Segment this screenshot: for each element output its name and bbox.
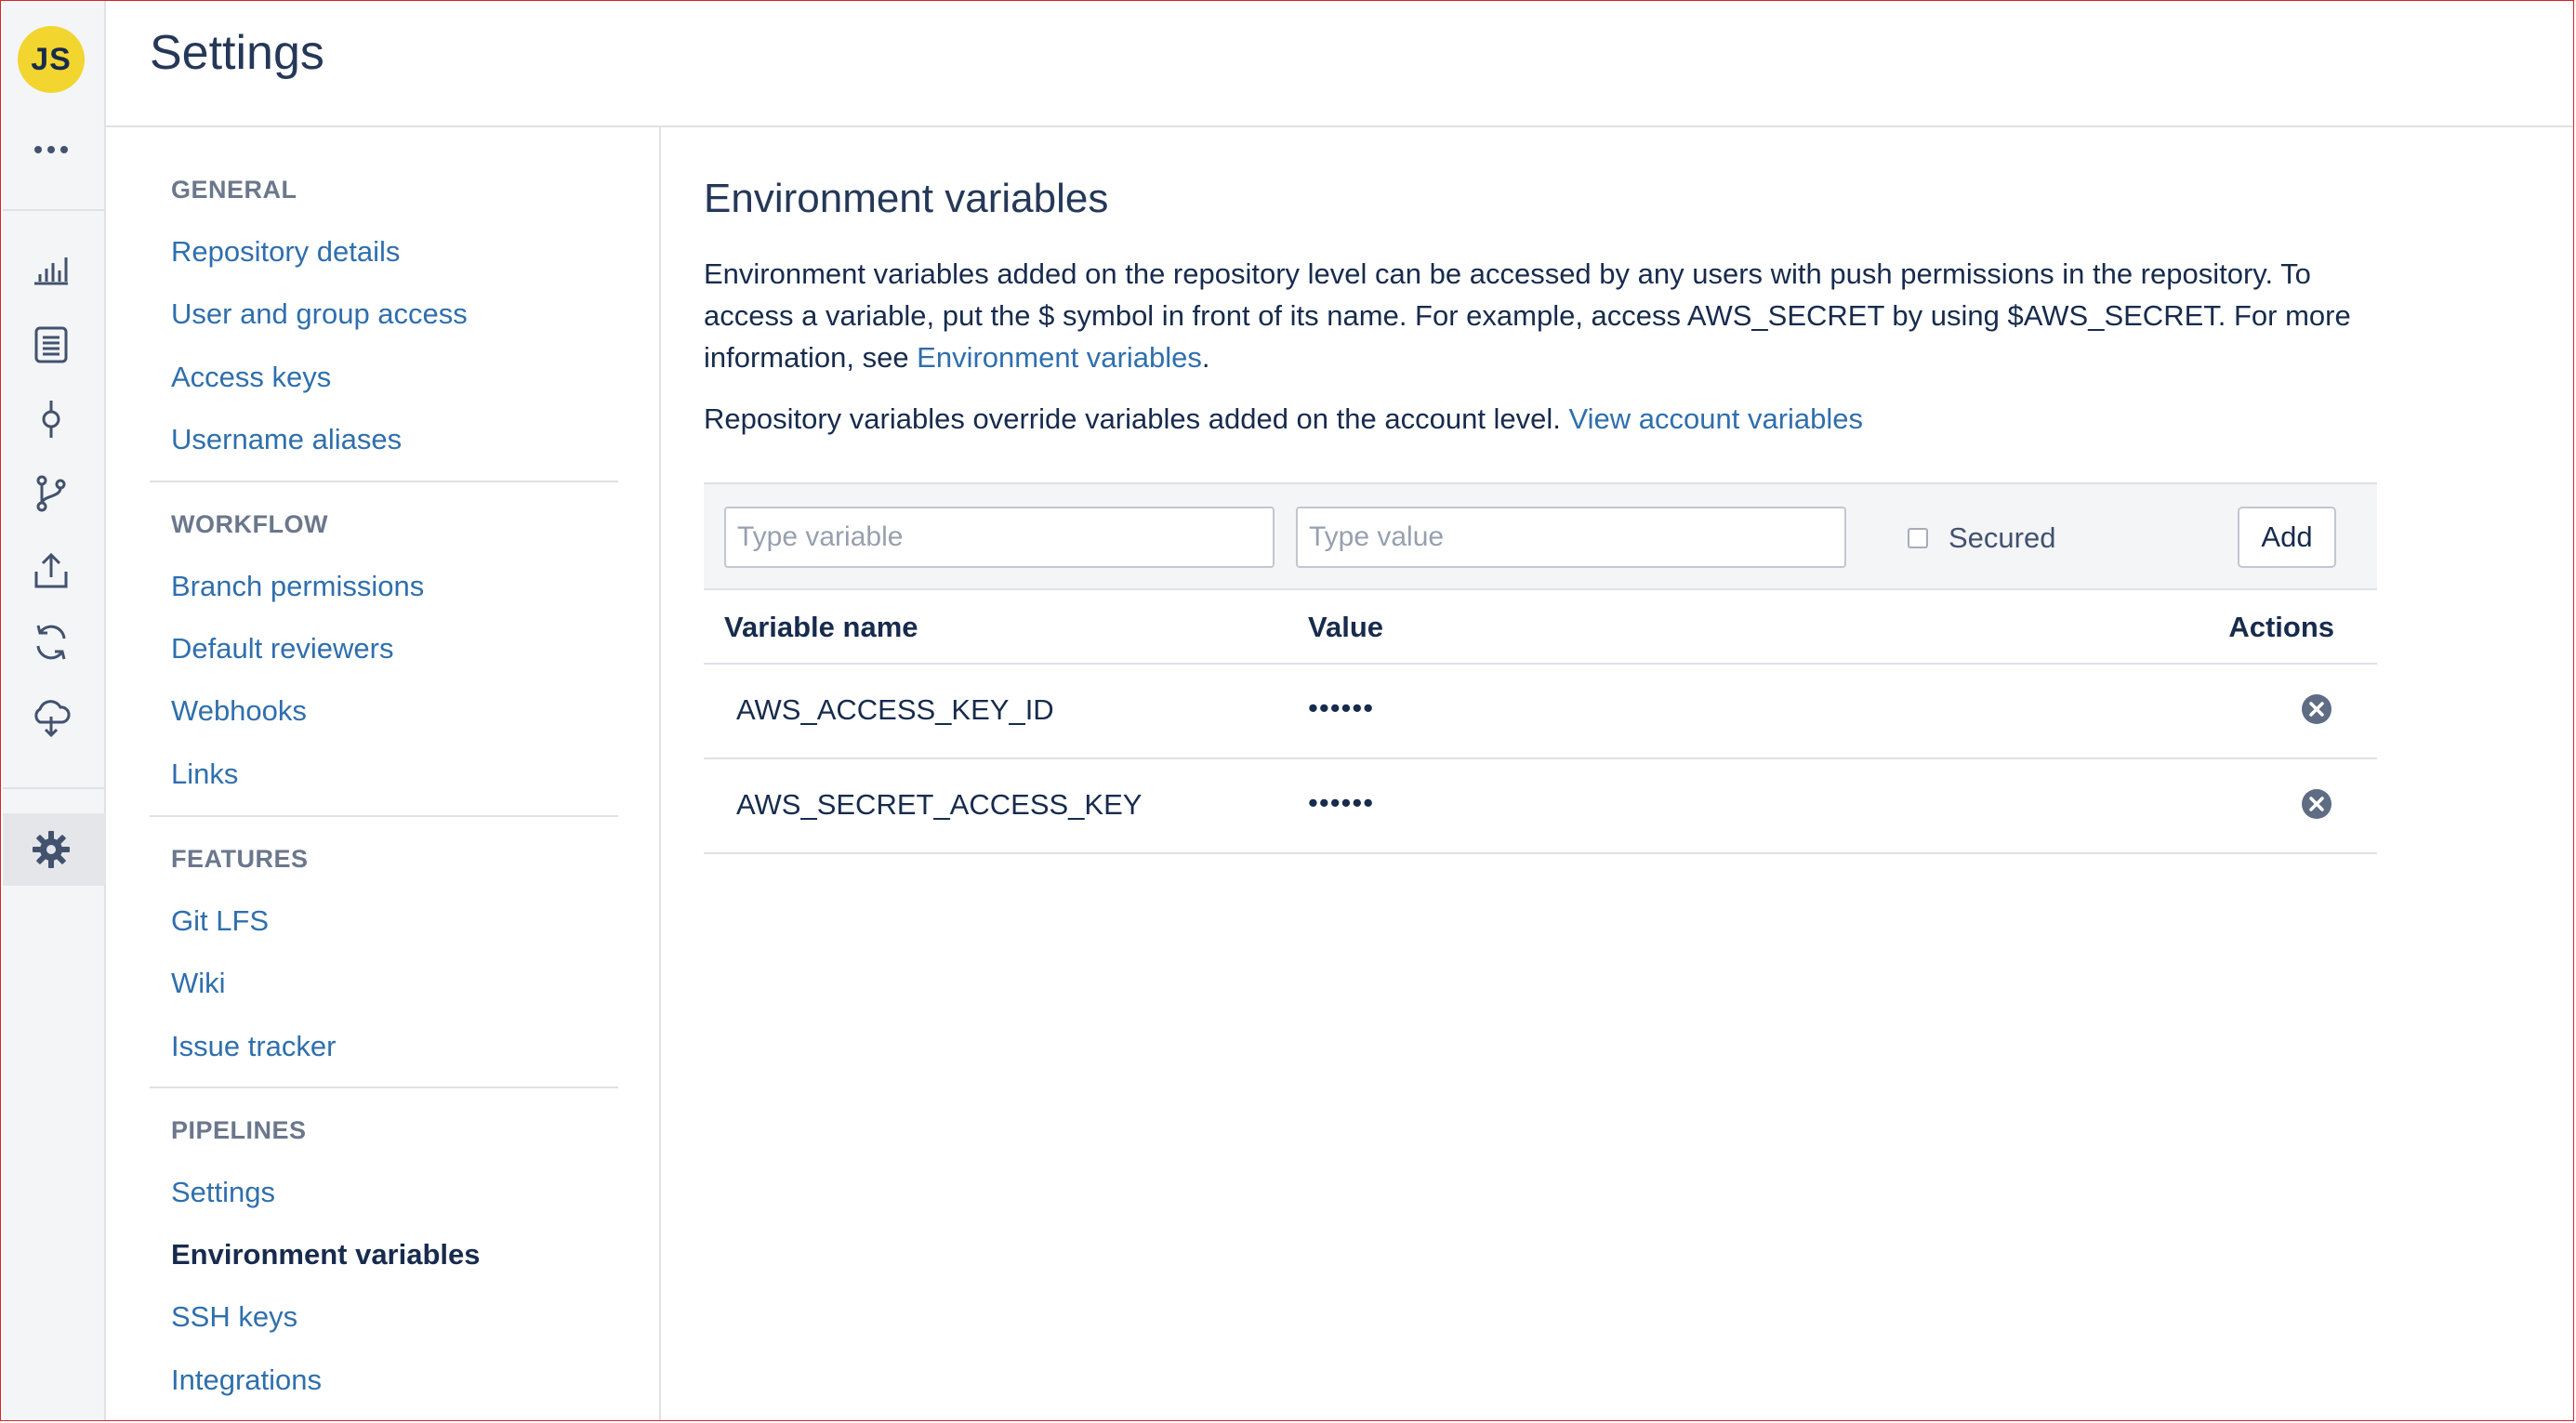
rail-divider	[3, 209, 106, 211]
variable-value-input[interactable]	[1296, 507, 1846, 568]
nav-divider	[150, 481, 618, 482]
override-text: Repository variables override variables …	[704, 402, 1569, 435]
more-icon[interactable]	[33, 138, 70, 161]
environment-variables-link[interactable]: Environment variables	[917, 341, 1202, 374]
delete-icon[interactable]	[2301, 788, 2332, 820]
nav-item-user-group-access[interactable]: User and group access	[171, 297, 468, 331]
table-row: AWS_SECRET_ACCESS_KEY ••••••	[704, 759, 2377, 854]
view-account-variables-link[interactable]: View account variables	[1569, 402, 1864, 435]
add-button[interactable]: Add	[2238, 507, 2336, 568]
description: Environment variables added on the repos…	[704, 253, 2396, 378]
delete-icon[interactable]	[2301, 693, 2332, 725]
nav-item-git-lfs[interactable]: Git LFS	[171, 904, 269, 938]
downloads-icon[interactable]	[31, 696, 72, 737]
secured-toggle[interactable]: Secured	[1908, 521, 2055, 555]
nav-section-features: FEATURES	[171, 845, 309, 873]
deploy-icon[interactable]	[31, 549, 72, 590]
variable-value: ••••••	[1308, 786, 1375, 819]
description-end: .	[1201, 341, 1210, 374]
add-variable-form: Secured Add	[704, 482, 2377, 590]
pipelines-icon[interactable]	[31, 622, 72, 663]
variables-table: Variable name Value Actions AWS_ACCESS_K…	[704, 590, 2377, 854]
column-header-name: Variable name	[724, 611, 918, 643]
app-window: JS Settings GENERAL Repository details U…	[0, 0, 2574, 1421]
nav-item-ssh-keys[interactable]: SSH keys	[171, 1300, 297, 1334]
nav-item-environment-variables[interactable]: Environment variables	[171, 1238, 481, 1271]
nav-divider	[150, 815, 618, 817]
nav-item-issue-tracker[interactable]: Issue tracker	[171, 1030, 336, 1063]
nav-item-repository-details[interactable]: Repository details	[171, 235, 400, 269]
page-title: Settings	[150, 26, 324, 80]
nav-divider	[150, 1087, 618, 1088]
source-icon[interactable]	[31, 324, 72, 365]
table-header: Variable name Value Actions	[704, 590, 2377, 665]
variable-name: AWS_SECRET_ACCESS_KEY	[736, 788, 1143, 821]
nav-item-webhooks[interactable]: Webhooks	[171, 694, 307, 728]
chart-icon[interactable]	[31, 248, 72, 289]
variable-name-input[interactable]	[724, 507, 1275, 568]
page-header: Settings	[106, 1, 2573, 127]
gear-icon[interactable]	[31, 829, 72, 870]
global-sidebar: JS	[3, 1, 106, 1420]
nav-item-branch-permissions[interactable]: Branch permissions	[171, 570, 424, 603]
rail-divider	[3, 787, 106, 789]
secured-label: Secured	[1949, 521, 2056, 554]
section-title: Environment variables	[704, 176, 1109, 221]
nav-item-pipelines-settings[interactable]: Settings	[171, 1176, 275, 1209]
commit-icon[interactable]	[31, 399, 72, 440]
variable-name: AWS_ACCESS_KEY_ID	[736, 693, 1054, 726]
settings-nav: GENERAL Repository details User and grou…	[106, 127, 661, 1420]
override-note: Repository variables override variables …	[704, 398, 1863, 440]
nav-section-pipelines: PIPELINES	[171, 1116, 307, 1144]
nav-item-integrations[interactable]: Integrations	[171, 1364, 322, 1397]
nav-item-default-reviewers[interactable]: Default reviewers	[171, 632, 393, 665]
variable-value: ••••••	[1308, 692, 1375, 724]
branch-icon[interactable]	[31, 473, 72, 514]
nav-item-links[interactable]: Links	[171, 758, 238, 791]
secured-checkbox[interactable]	[1908, 528, 1928, 548]
nav-section-general: GENERAL	[171, 176, 297, 204]
nav-item-access-keys[interactable]: Access keys	[171, 361, 331, 394]
avatar[interactable]: JS	[18, 26, 85, 93]
nav-item-username-aliases[interactable]: Username aliases	[171, 423, 402, 456]
table-row: AWS_ACCESS_KEY_ID ••••••	[704, 665, 2377, 759]
column-header-actions: Actions	[2228, 611, 2334, 643]
nav-item-wiki[interactable]: Wiki	[171, 967, 226, 1000]
nav-section-workflow: WORKFLOW	[171, 510, 328, 538]
column-header-value: Value	[1308, 611, 1383, 643]
